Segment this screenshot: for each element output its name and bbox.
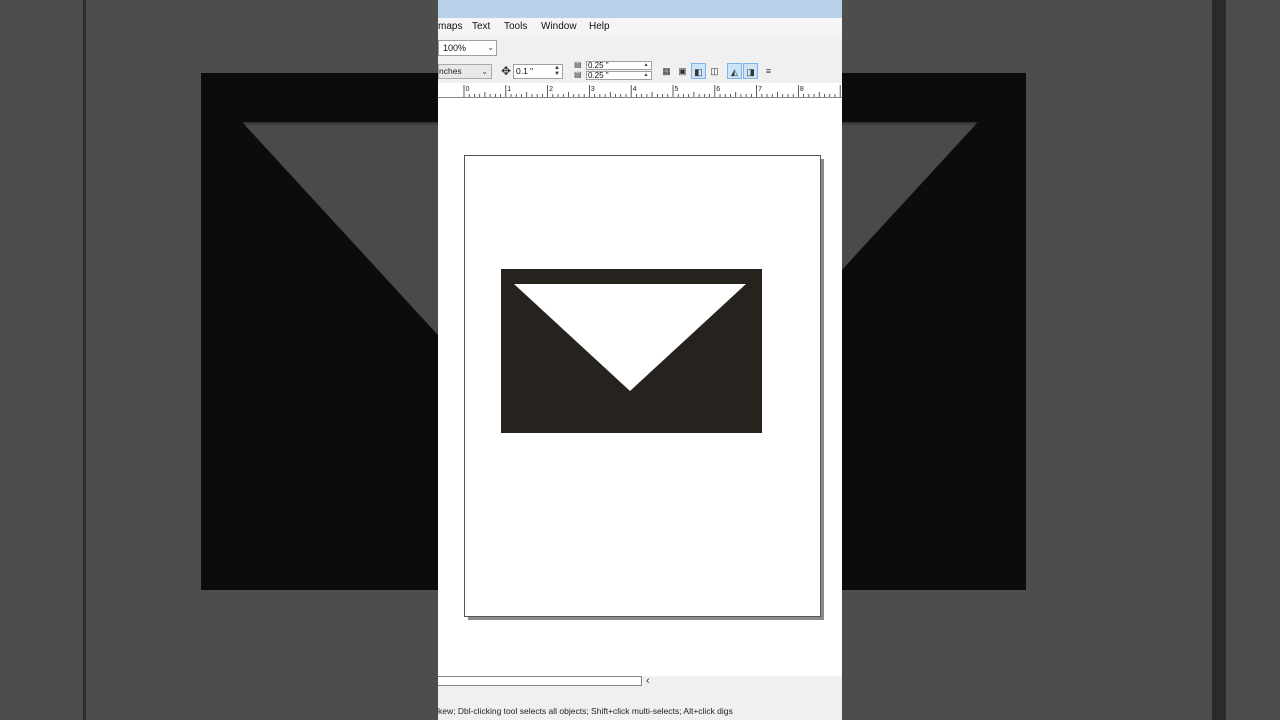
scroll-track[interactable] bbox=[438, 676, 642, 686]
grid-snap-icon[interactable]: ▦ bbox=[659, 63, 674, 79]
ruler-label: 2 bbox=[549, 86, 553, 93]
duplicate-x-icon: ▤ bbox=[574, 60, 582, 69]
drawing-canvas[interactable] bbox=[438, 98, 842, 676]
status-text: kew; Dbl-clicking tool selects all objec… bbox=[438, 706, 733, 716]
select-overlapping-icon[interactable]: ◨ bbox=[743, 63, 758, 79]
chevron-down-icon: ⌄ bbox=[487, 43, 494, 52]
ruler-ticks: 0 1 2 3 4 5 6 7 8 bbox=[463, 85, 841, 97]
scale-stroke-icon[interactable]: ◭ bbox=[727, 63, 742, 79]
spinner-arrows-icon[interactable]: ▲ ▼ bbox=[553, 65, 561, 77]
treat-as-filled-icon[interactable]: ▣ bbox=[675, 63, 690, 79]
duplicate-distance-x-input[interactable]: 0.25 " ▲ bbox=[586, 61, 652, 70]
units-dropdown[interactable]: nches ⌄ bbox=[438, 64, 492, 79]
align-icon[interactable]: ◫ bbox=[707, 63, 722, 79]
nudge-distance-input[interactable]: 0.1 " ▲ ▼ bbox=[513, 64, 563, 79]
ruler-label: 4 bbox=[633, 86, 637, 93]
zoom-level-dropdown[interactable]: 100% ⌄ bbox=[438, 40, 497, 56]
ruler-label: 5 bbox=[675, 86, 679, 93]
ruler-label: 0 bbox=[466, 86, 470, 93]
chevron-left-icon[interactable]: ‹ bbox=[646, 675, 650, 687]
background-left-strip bbox=[83, 0, 86, 720]
app-window: maps Text Tools Window Help 100% ⌄ nches… bbox=[438, 0, 842, 720]
horizontal-ruler[interactable]: 0 1 2 3 4 5 6 7 8 bbox=[438, 83, 842, 98]
title-bar bbox=[438, 0, 842, 18]
nudge-distance-value: 0.1 " bbox=[516, 66, 534, 76]
ruler-label: 8 bbox=[800, 86, 804, 93]
units-value: nches bbox=[439, 66, 462, 76]
menu-item-text[interactable]: Text bbox=[472, 21, 490, 32]
chevron-down-icon: ⌄ bbox=[481, 67, 488, 76]
duplicate-y-icon: ▤ bbox=[574, 70, 582, 79]
ruler-label: 7 bbox=[758, 86, 762, 93]
standard-toolbar: 100% ⌄ bbox=[438, 37, 842, 59]
status-bar: kew; Dbl-clicking tool selects all objec… bbox=[438, 704, 842, 720]
ruler-label: 3 bbox=[591, 86, 595, 93]
horizontal-scrollbar[interactable]: ‹ bbox=[438, 675, 842, 688]
ruler-label: 1 bbox=[507, 86, 511, 93]
duplicate-distance-y-value: 0.25 " bbox=[588, 71, 609, 80]
menu-item-window[interactable]: Window bbox=[541, 21, 577, 32]
options-list-icon[interactable]: ≡ bbox=[761, 63, 776, 79]
zoom-level-value: 100% bbox=[443, 43, 467, 53]
menu-item-tools[interactable]: Tools bbox=[504, 21, 527, 32]
ruler-label: 6 bbox=[716, 86, 720, 93]
draw-objects-when-transforming-icon[interactable]: ◧ bbox=[691, 63, 706, 79]
move-arrows-icon: ✥ bbox=[501, 64, 512, 78]
property-bar: nches ⌄ ✥ 0.1 " ▲ ▼ ▤ 0.25 " ▲ ▤ 0.25 " ▲… bbox=[438, 59, 842, 84]
spinner-arrows-icon[interactable]: ▲ bbox=[642, 62, 650, 69]
menu-item-bitmaps[interactable]: maps bbox=[438, 21, 462, 32]
menu-item-help[interactable]: Help bbox=[589, 21, 610, 32]
menu-bar: maps Text Tools Window Help bbox=[438, 18, 842, 37]
background-right-strip bbox=[1212, 0, 1226, 720]
duplicate-distance-x-value: 0.25 " bbox=[588, 61, 609, 70]
spinner-arrows-icon[interactable]: ▲ bbox=[642, 72, 650, 79]
duplicate-distance-y-input[interactable]: 0.25 " ▲ bbox=[586, 71, 652, 80]
